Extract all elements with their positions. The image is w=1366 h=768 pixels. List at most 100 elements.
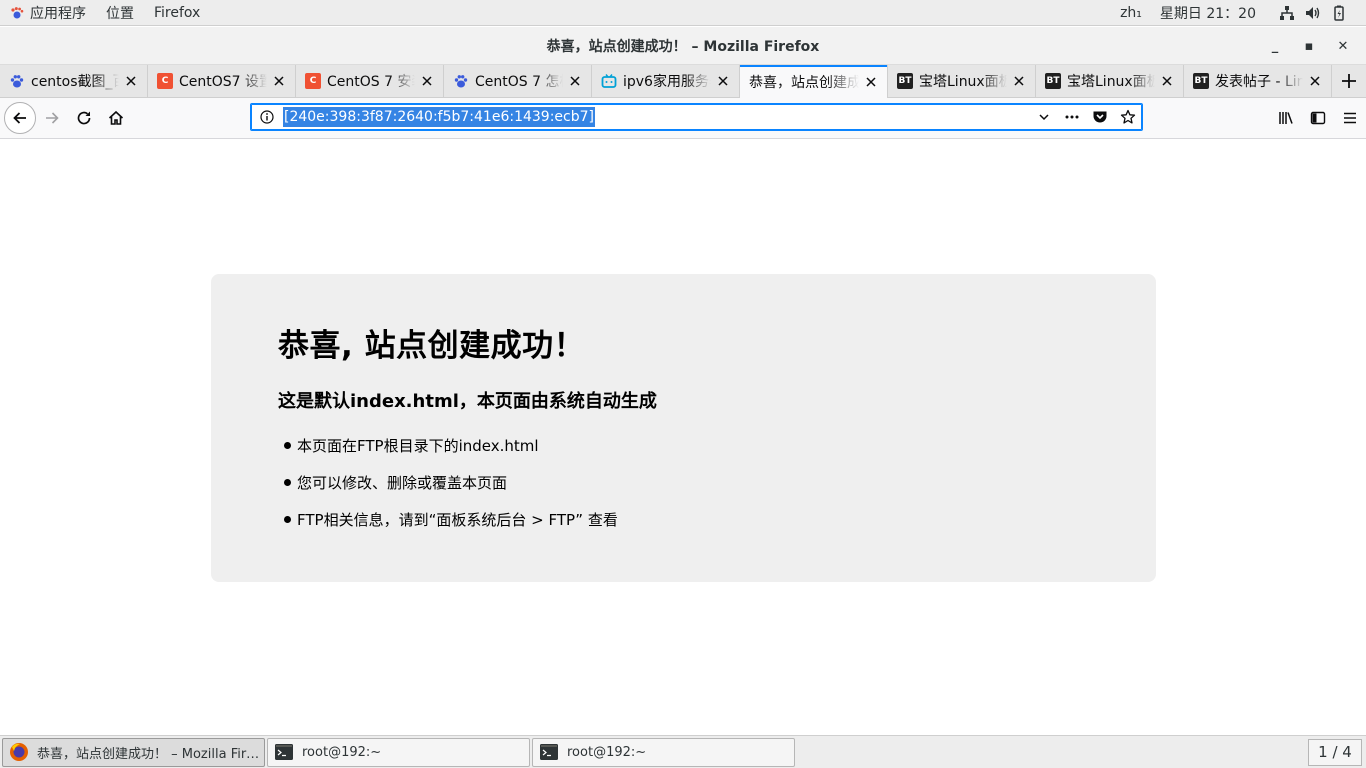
arrow-right-icon xyxy=(46,112,59,124)
tab-centos7-install[interactable]: C CentOS 7 安装宝塔面板 xyxy=(296,65,444,97)
taskbar-item-label: 恭喜，站点创建成功！ – Mozilla Fir… xyxy=(37,746,260,762)
clock-label: 星期日 21：20 xyxy=(1159,5,1256,22)
tab-label: 发表帖子 - Linux xyxy=(1215,74,1303,90)
url-dropdown-button[interactable] xyxy=(1030,104,1058,130)
firefox-icon xyxy=(9,742,29,762)
pocket-icon xyxy=(1093,111,1107,123)
bilibili-tv-icon xyxy=(601,73,617,89)
bt-icon: BT xyxy=(1193,73,1209,89)
forward-button[interactable] xyxy=(36,102,68,134)
tab-label: ipv6家用服务器搭建 xyxy=(623,74,711,90)
list-item-text: 您可以修改、删除或覆盖本页面 xyxy=(297,474,508,492)
network-icon xyxy=(1279,5,1295,21)
more-dots-icon xyxy=(1065,115,1079,119)
minimize-icon: _ xyxy=(1271,38,1279,54)
maximize-icon: ▪ xyxy=(1304,38,1314,54)
tab-close-icon[interactable] xyxy=(271,73,287,89)
list-item: 本页面在FTP根目录下的index.html xyxy=(284,435,1156,472)
bt-icon: BT xyxy=(897,73,913,89)
library-button[interactable] xyxy=(1270,102,1302,134)
page-heading: 恭喜, 站点创建成功！ xyxy=(278,328,586,364)
chevron-down-icon xyxy=(1039,114,1049,121)
arrow-left-icon xyxy=(13,112,26,124)
library-icon xyxy=(1279,112,1293,124)
workspace-label: 1 / 4 xyxy=(1318,743,1352,761)
star-icon xyxy=(1120,109,1136,124)
window-title: 恭喜，站点创建成功！ – Mozilla Firefox xyxy=(546,38,820,55)
tab-ipv6-server[interactable]: ipv6家用服务器搭建 xyxy=(592,65,740,97)
tab-close-icon[interactable] xyxy=(715,73,731,89)
baidu-paw-icon xyxy=(453,73,469,89)
list-item-text: FTP相关信息，请到“面板系统后台 > FTP” 查看 xyxy=(297,511,618,529)
places-menu[interactable]: 位置 xyxy=(96,0,144,26)
url-bar[interactable]: [240e:398:3f87:2640:f5b7:41e6:1439:ecb7] xyxy=(250,103,1143,131)
tab-label: CentOS 7 安装宝塔面板 xyxy=(327,74,415,90)
tab-centos-screenshot-search[interactable]: centos截图_百度搜索 xyxy=(0,65,148,97)
clock[interactable]: 星期日 21：20 xyxy=(1151,0,1265,26)
system-tray[interactable] xyxy=(1265,0,1366,26)
volume-icon xyxy=(1305,5,1321,21)
taskbar-item-terminal-1[interactable]: root@192:~ xyxy=(267,737,530,767)
tab-close-icon[interactable] xyxy=(863,74,879,90)
tab-label: CentOS 7 怎样截图 xyxy=(475,74,563,90)
terminal-icon xyxy=(274,742,294,762)
page-subheading: 这是默认index.html，本页面由系统自动生成 xyxy=(278,391,657,412)
taskbar-item-label: root@192:~ xyxy=(302,744,382,760)
window-list-bar: 恭喜，站点创建成功！ – Mozilla Fir… root@192:~ roo… xyxy=(0,735,1366,768)
battery-icon xyxy=(1331,5,1347,21)
bullet-dot xyxy=(284,479,291,486)
terminal-icon xyxy=(539,742,559,762)
hamburger-menu-button[interactable] xyxy=(1334,102,1366,134)
tab-centos7-screenshot-shortcut[interactable]: C CentOS7 设置截图快捷键 xyxy=(148,65,296,97)
tab-bt-linux-panel-1[interactable]: BT 宝塔Linux面板 xyxy=(888,65,1036,97)
tab-label: centos截图_百度搜索 xyxy=(31,74,119,90)
firefox-app-menu-label: Firefox xyxy=(154,4,201,21)
navigation-toolbar: [240e:398:3f87:2640:f5b7:41e6:1439:ecb7] xyxy=(0,98,1366,139)
tab-close-icon[interactable] xyxy=(1159,73,1175,89)
close-window-button[interactable]: ✕ xyxy=(1326,32,1360,60)
tab-label: 恭喜，站点创建成功！ xyxy=(749,74,859,91)
reload-button[interactable] xyxy=(68,102,100,134)
tab-close-icon[interactable] xyxy=(1307,73,1323,89)
sidebar-toggle-button[interactable] xyxy=(1302,102,1334,134)
baidu-paw-icon xyxy=(9,73,25,89)
close-icon: ✕ xyxy=(1337,38,1349,54)
gnome-top-bar: 应用程序 位置 Firefox zh₁ 星期日 21：20 xyxy=(0,0,1366,26)
tab-bt-linux-panel-2[interactable]: BT 宝塔Linux面板 xyxy=(1036,65,1184,97)
plus-icon xyxy=(1342,74,1356,88)
applications-menu[interactable]: 应用程序 xyxy=(0,0,96,26)
page-actions-button[interactable] xyxy=(1058,104,1086,130)
back-button[interactable] xyxy=(4,102,36,134)
info-icon xyxy=(260,110,274,124)
url-text[interactable]: [240e:398:3f87:2640:f5b7:41e6:1439:ecb7] xyxy=(283,107,595,127)
places-menu-label: 位置 xyxy=(106,5,134,22)
firefox-app-menu[interactable]: Firefox xyxy=(144,0,210,26)
new-tab-button[interactable] xyxy=(1334,65,1364,97)
tab-strip: centos截图_百度搜索 C CentOS7 设置截图快捷键 C CentOS… xyxy=(0,65,1366,98)
workspace-indicator[interactable]: 1 / 4 xyxy=(1308,738,1362,766)
tab-centos7-how-to[interactable]: CentOS 7 怎样截图 xyxy=(444,65,592,97)
tab-site-created-active[interactable]: 恭喜，站点创建成功！ xyxy=(740,65,888,98)
input-method-indicator[interactable]: zh₁ xyxy=(1111,0,1151,26)
csdn-c-icon: C xyxy=(305,73,321,89)
minimize-button[interactable]: _ xyxy=(1258,32,1292,60)
taskbar-item-firefox[interactable]: 恭喜，站点创建成功！ – Mozilla Fir… xyxy=(2,737,265,767)
bookmark-star-button[interactable] xyxy=(1114,104,1142,130)
home-button[interactable] xyxy=(100,102,132,134)
tab-close-icon[interactable] xyxy=(1011,73,1027,89)
pocket-button[interactable] xyxy=(1086,104,1114,130)
maximize-button[interactable]: ▪ xyxy=(1292,32,1326,60)
tab-close-icon[interactable] xyxy=(567,73,583,89)
list-item: 您可以修改、删除或覆盖本页面 xyxy=(284,472,1156,509)
tab-label: CentOS7 设置截图快捷键 xyxy=(179,74,267,90)
success-card: 恭喜, 站点创建成功！ 这是默认index.html，本页面由系统自动生成 本页… xyxy=(211,274,1156,582)
tab-close-icon[interactable] xyxy=(123,73,139,89)
taskbar-item-terminal-2[interactable]: root@192:~ xyxy=(532,737,795,767)
site-info-button[interactable] xyxy=(251,110,283,124)
bullet-dot xyxy=(284,442,291,449)
tab-post-thread[interactable]: BT 发表帖子 - Linux xyxy=(1184,65,1332,97)
tab-label: 宝塔Linux面板 xyxy=(1067,74,1155,90)
list-item: FTP相关信息，请到“面板系统后台 > FTP” 查看 xyxy=(284,509,1156,546)
tab-close-icon[interactable] xyxy=(419,73,435,89)
gnome-foot-icon xyxy=(11,6,24,18)
